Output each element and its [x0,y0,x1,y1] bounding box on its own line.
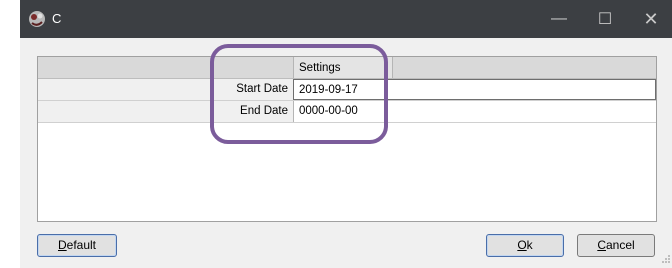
minimize-button[interactable]: — [536,0,582,38]
resize-grip-icon[interactable] [661,254,671,264]
default-button[interactable]: Default [37,234,117,257]
cancel-button[interactable]: Cancel [577,234,655,257]
window-title: C [52,11,62,26]
close-button[interactable]: ✕ [628,0,672,38]
default-label-rest: efault [66,238,97,252]
maximize-button[interactable]: ☐ [582,0,628,38]
highlight-annotation [210,44,388,144]
ok-mnemonic: O [517,238,527,252]
dialog-window: C — ☐ ✕ Settings Start Date 2019-09-17 E… [20,0,672,268]
ok-label-rest: k [526,238,533,252]
cancel-mnemonic: C [597,238,606,252]
cancel-label-rest: ancel [605,238,635,252]
title-bar[interactable]: C — ☐ ✕ [20,0,672,38]
ok-button[interactable]: Ok [486,234,564,257]
default-mnemonic: D [57,238,67,252]
app-icon [28,10,46,28]
